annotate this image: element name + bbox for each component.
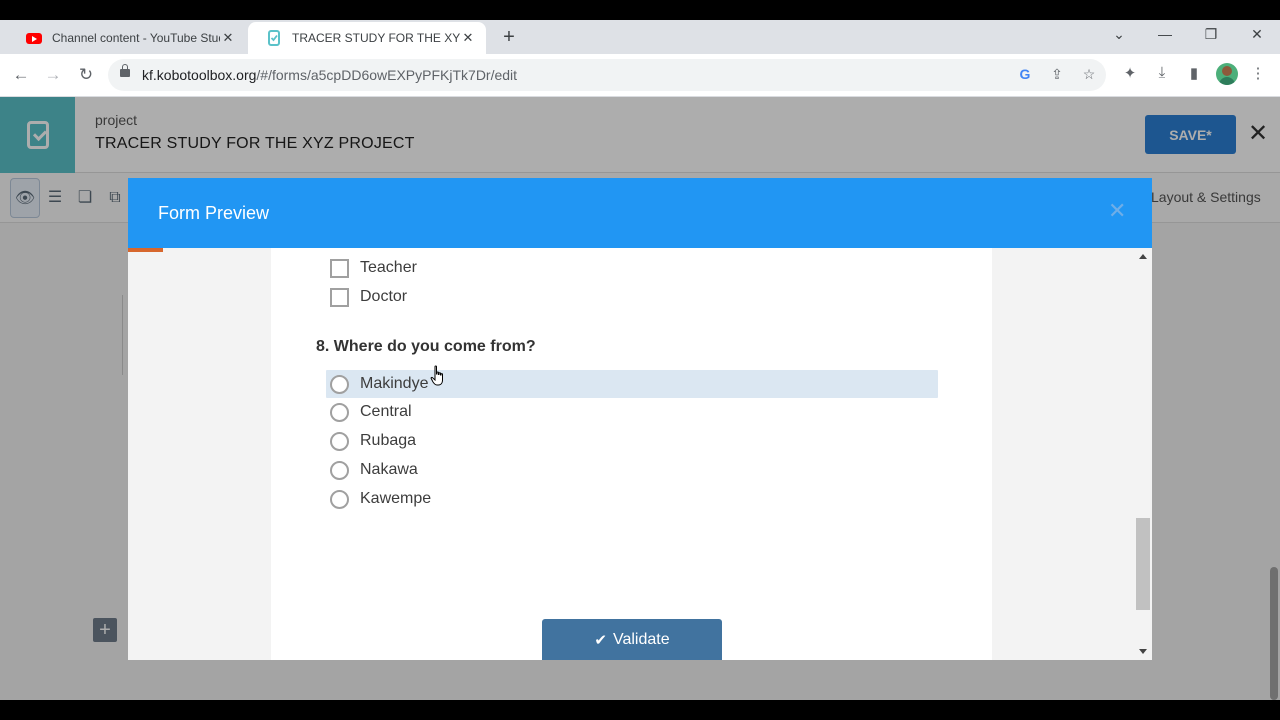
share-icon[interactable]: ⇪ [1048, 66, 1066, 83]
close-tab-icon[interactable]: ✕ [220, 30, 236, 46]
close-tab-icon[interactable]: ✕ [460, 30, 476, 46]
address-bar[interactable]: kf.kobotoolbox.org/#/forms/a5cpDD6owEXPy… [108, 59, 1106, 91]
tab-title: TRACER STUDY FOR THE XYZ PROJECT [292, 31, 460, 45]
page-content: project TRACER STUDY FOR THE XYZ PROJECT… [0, 97, 1280, 700]
modal-header: Form Preview ✕ [128, 178, 1152, 248]
browser-window: Channel content - YouTube Studio ✕ TRACE… [0, 20, 1280, 700]
option-label: Central [360, 403, 412, 420]
option-label: Makindye [360, 375, 429, 392]
radio-button[interactable] [330, 489, 349, 509]
extensions-icon[interactable]: ✦ [1119, 64, 1141, 82]
scroll-down-icon[interactable] [1139, 649, 1147, 654]
scroll-up-icon[interactable] [1139, 254, 1147, 259]
menu-kebab-icon[interactable]: ⋮ [1247, 64, 1269, 82]
checkmark-icon: ✔ [594, 632, 607, 649]
bookmark-star-icon[interactable]: ☆ [1080, 66, 1098, 83]
modal-close-icon[interactable]: ✕ [1108, 198, 1126, 224]
reload-icon[interactable]: ↻ [75, 64, 97, 86]
page-scrollbar[interactable] [1270, 567, 1278, 700]
scroll-thumb[interactable] [1136, 518, 1150, 610]
modal-title: Form Preview [158, 203, 270, 223]
download-icon[interactable]: ⤓ [1151, 64, 1173, 81]
checkbox-option[interactable]: Doctor [326, 283, 407, 311]
restore-icon[interactable]: ❐ [1200, 26, 1222, 43]
form-body: Teacher Doctor 8. Where do you come from… [271, 248, 992, 660]
radio-option-nakawa[interactable]: Nakawa [326, 456, 418, 484]
window-close-icon[interactable]: ✕ [1246, 26, 1268, 43]
radio-option-rubaga[interactable]: Rubaga [326, 427, 416, 455]
tab-search-icon[interactable]: ⌄ [1108, 26, 1130, 43]
kobo-icon [266, 30, 282, 46]
radio-button[interactable] [330, 402, 349, 422]
radio-button[interactable] [330, 460, 349, 480]
radio-option-makindye[interactable]: Makindye [326, 370, 938, 398]
option-label: Rubaga [360, 432, 417, 449]
progress-bar [128, 248, 163, 252]
back-icon[interactable]: ← [10, 64, 32, 86]
form-preview-modal: Form Preview ✕ Teacher Doctor 8. Where d… [128, 178, 1152, 660]
browser-toolbar: ← → ↻ kf.kobotoolbox.org/#/forms/a5cpDD6… [0, 54, 1280, 97]
tab-tracer-study[interactable]: TRACER STUDY FOR THE XYZ PROJECT ✕ [248, 22, 486, 54]
tab-strip: Channel content - YouTube Studio ✕ TRACE… [0, 20, 1280, 54]
modal-scrollbar[interactable] [1134, 248, 1152, 660]
google-icon[interactable]: G [1016, 66, 1034, 82]
option-label: Teacher [360, 259, 417, 276]
radio-button[interactable] [330, 374, 349, 394]
side-panel-icon[interactable]: ▮ [1183, 64, 1205, 82]
checkbox[interactable] [330, 258, 349, 278]
lock-icon [120, 64, 130, 77]
url-text: kf.kobotoolbox.org/#/forms/a5cpDD6owEXPy… [142, 67, 518, 83]
validate-label: Validate [612, 631, 670, 648]
validate-button[interactable]: ✔ Validate [542, 619, 722, 660]
screen-bottom-bar [0, 700, 1280, 720]
radio-option-kawempe[interactable]: Kawempe [326, 485, 431, 513]
option-label: Doctor [360, 288, 408, 305]
option-label: Kawempe [360, 490, 432, 507]
question-label: 8. Where do you come from? [316, 338, 536, 355]
tab-youtube-studio[interactable]: Channel content - YouTube Studio ✕ [8, 22, 246, 54]
tab-title: Channel content - YouTube Studio [52, 31, 220, 45]
new-tab-button[interactable]: + [498, 26, 520, 48]
checkbox[interactable] [330, 287, 349, 307]
option-label: Nakawa [360, 461, 418, 478]
forward-icon[interactable]: → [42, 64, 64, 86]
minimize-icon[interactable]: — [1154, 26, 1176, 42]
hand-cursor-icon [430, 365, 443, 386]
profile-avatar[interactable] [1216, 63, 1238, 85]
youtube-icon [26, 30, 42, 46]
checkbox-option[interactable]: Teacher [326, 254, 417, 282]
radio-option-central[interactable]: Central [326, 398, 412, 426]
radio-button[interactable] [330, 431, 349, 451]
